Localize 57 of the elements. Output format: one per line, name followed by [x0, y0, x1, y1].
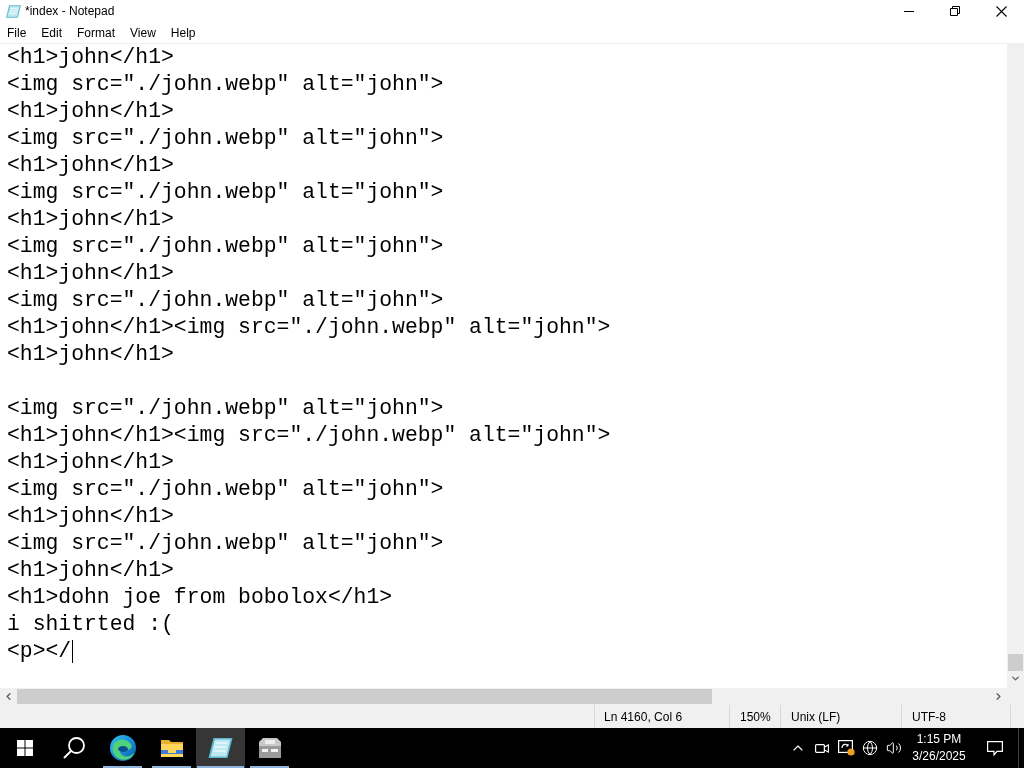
- code-line: <h1>john</h1>: [7, 341, 174, 368]
- scroll-thumb[interactable]: [17, 689, 712, 704]
- window-title: *index - Notepad: [25, 4, 115, 18]
- encoding: UTF-8: [912, 709, 946, 724]
- scroll-right-icon[interactable]: [993, 691, 1004, 702]
- code-line: <h1>john</h1>: [7, 152, 174, 179]
- taskbar-app-button[interactable]: [196, 728, 245, 768]
- code-line: <h1>john</h1><img src="./john.webp" alt="john">: [7, 314, 611, 341]
- code-line: <img src="./john.webp" alt="john">: [7, 233, 444, 260]
- cursor-position: Ln 4160, Col 6: [604, 709, 683, 724]
- menu-item[interactable]: File: [0, 22, 34, 43]
- code-line: <img src="./john.webp" alt="john">: [7, 287, 444, 314]
- restore-icon: [950, 6, 960, 16]
- globe-icon: [862, 740, 878, 756]
- line-ending: Unix (LF): [791, 709, 841, 724]
- menu-item[interactable]: Format: [70, 22, 123, 43]
- speaker-icon: [886, 740, 902, 756]
- device-icon: [258, 738, 281, 758]
- code-line: <p></: [7, 638, 72, 665]
- code-line: <h1>john</h1>: [7, 260, 174, 287]
- monitor-badge-icon: [837, 740, 855, 756]
- minimize-icon: [904, 10, 914, 12]
- code-line: <h1>john</h1><img src="./john.webp" alt="john">: [7, 422, 611, 449]
- windows-logo-icon: [16, 740, 33, 756]
- browser-icon: [109, 735, 136, 761]
- app-icon: [6, 3, 21, 19]
- menu-item[interactable]: Help: [163, 22, 203, 43]
- code-line: <h1>john</h1>: [7, 44, 174, 71]
- code-line: <h1>john</h1>: [7, 449, 174, 476]
- vertical-scrollbar[interactable]: [1007, 44, 1024, 688]
- code-line: <h1>john</h1>: [7, 503, 174, 530]
- code-line: <h1>john</h1>: [7, 98, 174, 125]
- code-line: i shitrted :(: [7, 611, 174, 638]
- code-line: <h1>john</h1>: [7, 557, 174, 584]
- menu-item[interactable]: View: [123, 22, 163, 43]
- clock-time: 1:15 PM: [916, 731, 962, 748]
- close-icon: [995, 5, 1007, 17]
- clock-date: 3/26/2025: [912, 748, 966, 765]
- menu-item[interactable]: Edit: [34, 22, 70, 43]
- code-line: <img src="./john.webp" alt="john">: [7, 476, 444, 503]
- code-line: <h1>john</h1>: [7, 206, 174, 233]
- code-line: <img src="./john.webp" alt="john">: [7, 71, 444, 98]
- code-line: <h1>dohn joe from bobolox</h1>: [7, 584, 393, 611]
- scroll-thumb[interactable]: [1008, 654, 1023, 671]
- zoom-level: 150%: [740, 709, 771, 724]
- horizontal-scrollbar[interactable]: [0, 688, 1024, 705]
- code-line: <img src="./john.webp" alt="john">: [7, 125, 444, 152]
- code-line: <img src="./john.webp" alt="john">: [7, 395, 444, 422]
- speech-bubble-icon: [987, 740, 1003, 756]
- code-line: <img src="./john.webp" alt="john">: [7, 179, 444, 206]
- notepad-icon: [208, 738, 233, 758]
- video-camera-icon: [815, 741, 829, 755]
- scroll-down-icon[interactable]: [1010, 673, 1021, 684]
- folder-icon: [160, 739, 183, 757]
- code-line: <img src="./john.webp" alt="john">: [7, 530, 444, 557]
- search-icon: [62, 737, 85, 759]
- clock-button[interactable]: 1:15 PM 3/26/2025: [906, 728, 972, 768]
